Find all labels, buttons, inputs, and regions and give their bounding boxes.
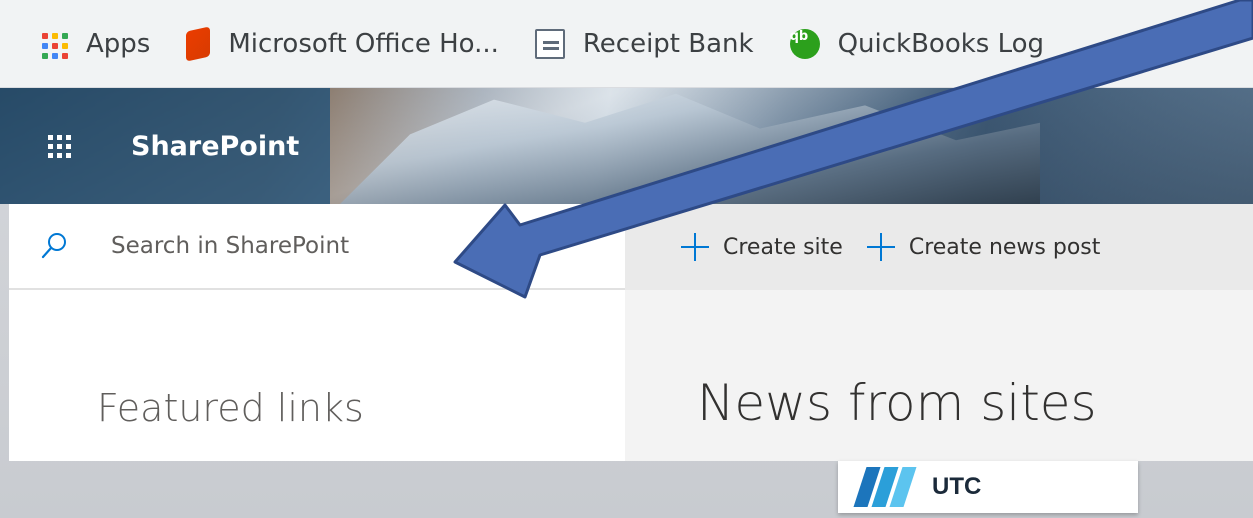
command-bar: Create site Create news post	[625, 204, 1253, 290]
bookmark-label: QuickBooks Log	[837, 28, 1045, 59]
featured-links-heading: Featured links	[97, 386, 364, 430]
news-heading: News from sites	[697, 374, 1097, 432]
bookmark-apps[interactable]: Apps	[38, 14, 150, 74]
bookmark-receipt-bank[interactable]: Receipt Bank	[534, 14, 754, 74]
app-title[interactable]: SharePoint	[131, 131, 299, 162]
search-box[interactable]	[9, 204, 625, 290]
utc-logo-card: UTC	[838, 461, 1138, 513]
plus-icon	[681, 233, 709, 261]
receipt-bank-icon	[534, 28, 565, 59]
waffle-icon[interactable]	[48, 134, 73, 158]
header-banner-image	[340, 93, 1040, 204]
featured-links-panel: Featured links	[9, 290, 625, 461]
quickbooks-icon: qb	[789, 28, 820, 59]
bookmark-microsoft-office[interactable]: Microsoft Office Ho...	[186, 14, 499, 74]
search-input[interactable]	[109, 232, 553, 260]
plus-icon	[866, 233, 895, 261]
sharepoint-brand: SharePoint	[0, 88, 330, 204]
utc-logo-icon	[853, 465, 918, 509]
apps-grid-icon	[38, 29, 68, 59]
bookmark-label: Apps	[86, 28, 151, 59]
bookmark-quickbooks[interactable]: qb QuickBooks Log	[789, 14, 1045, 74]
sharepoint-header: SharePoint	[0, 88, 1253, 204]
create-news-post-label: Create news post	[908, 234, 1101, 260]
create-site-label: Create site	[723, 234, 843, 260]
create-site-button[interactable]: Create site	[681, 233, 843, 261]
search-icon	[39, 231, 69, 261]
news-panel: News from sites	[625, 290, 1253, 461]
bookmark-label: Microsoft Office Ho...	[228, 28, 499, 59]
utc-logo-text: UTC	[932, 473, 982, 500]
bookmark-label: Receipt Bank	[582, 28, 754, 59]
bookmarks-bar: Apps Microsoft Office Ho... Receipt Bank…	[0, 0, 1253, 88]
create-news-post-button[interactable]: Create news post	[866, 233, 1101, 261]
office-icon	[186, 25, 211, 62]
